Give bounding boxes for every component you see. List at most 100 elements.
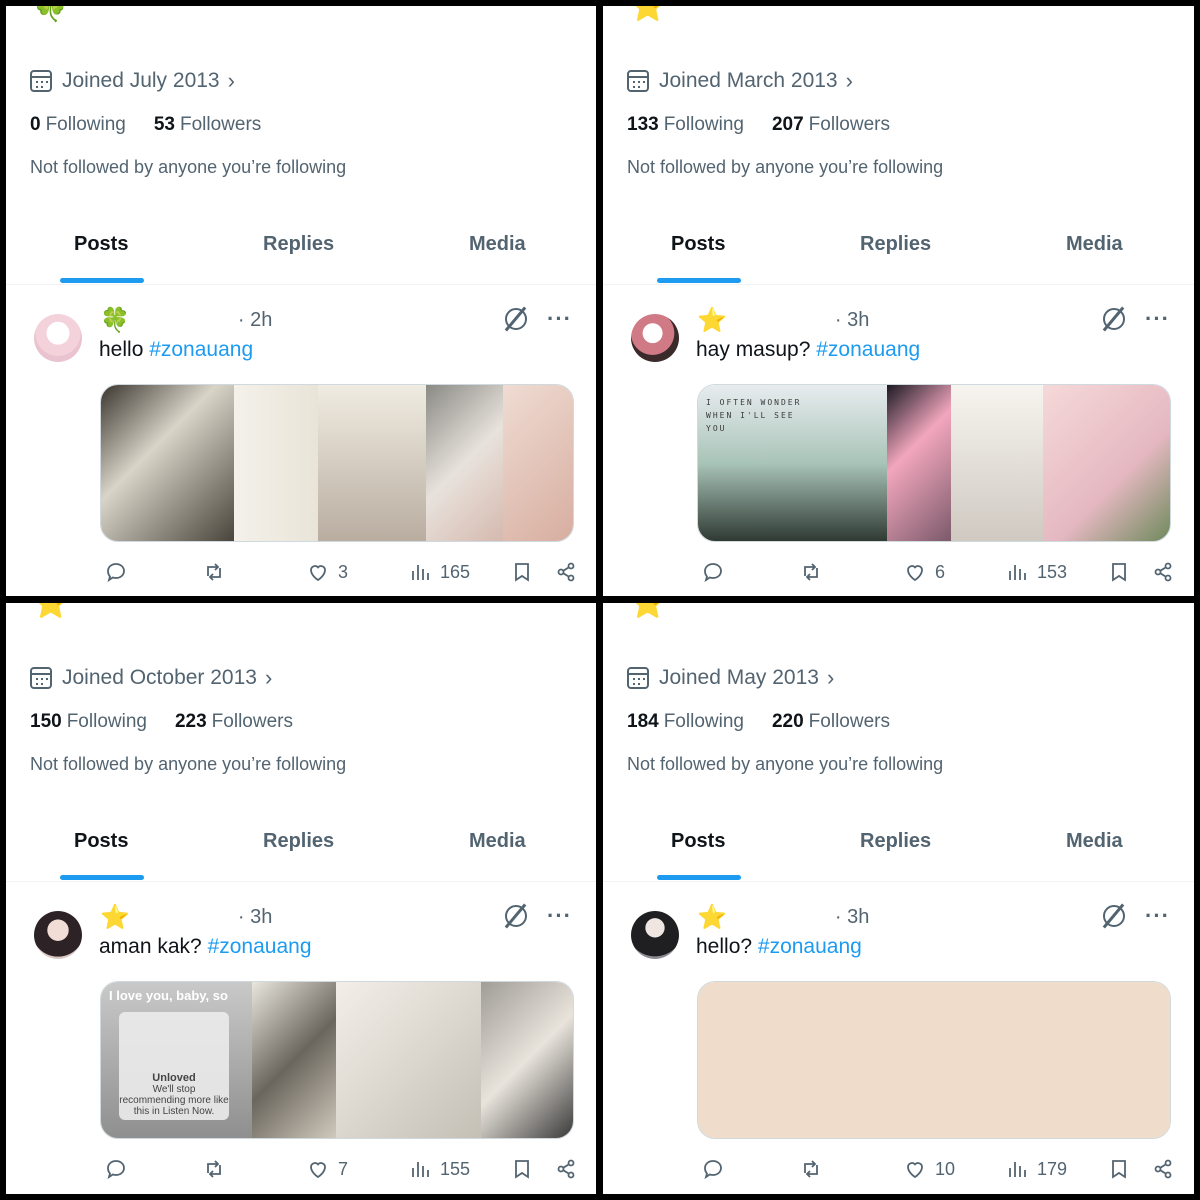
post-timestamp[interactable]: · 2h — [238, 309, 272, 332]
joined-date[interactable]: Joined May 2013 › — [627, 665, 834, 691]
grok-icon[interactable] — [1103, 905, 1126, 927]
repost-button[interactable] — [202, 1157, 226, 1181]
grok-icon[interactable] — [505, 308, 528, 330]
tab-posts[interactable]: Posts — [74, 233, 128, 256]
hashtag-link[interactable]: #zonauang — [758, 935, 862, 958]
bookmark-button[interactable] — [510, 1157, 534, 1181]
post[interactable]: 🍀 · 2h ··· hello #zonauang 3 165 — [6, 292, 596, 596]
post-timestamp[interactable]: · 3h — [238, 906, 272, 929]
like-button[interactable]: 7 — [306, 1157, 348, 1181]
reply-button[interactable] — [104, 1157, 128, 1181]
tab-replies[interactable]: Replies — [263, 233, 334, 256]
share-icon — [1154, 1159, 1172, 1179]
reply-icon — [107, 1160, 125, 1180]
tab-media[interactable]: Media — [469, 233, 526, 256]
reply-button[interactable] — [701, 560, 725, 584]
author-name[interactable]: ⭐ — [697, 903, 727, 932]
post-media[interactable]: I love you, baby, so Unloved We'll stop re… — [100, 981, 574, 1139]
reply-button[interactable] — [701, 1157, 725, 1181]
share-button[interactable] — [554, 1157, 578, 1181]
share-button[interactable] — [1151, 1157, 1175, 1181]
calendar-icon — [627, 70, 649, 92]
following-link[interactable]: 184 Following — [627, 711, 744, 733]
followers-link[interactable]: 207 Followers — [772, 114, 890, 136]
views-button[interactable]: 153 — [1005, 560, 1067, 584]
more-icon[interactable]: ··· — [1145, 308, 1170, 330]
avatar[interactable] — [631, 911, 679, 959]
avatar[interactable] — [631, 314, 679, 362]
tab-posts[interactable]: Posts — [671, 233, 725, 256]
bookmark-button[interactable] — [510, 560, 534, 584]
like-count: 7 — [338, 1158, 349, 1179]
hashtag-link[interactable]: #zonauang — [816, 338, 920, 361]
followers-link[interactable]: 53 Followers — [154, 114, 261, 136]
joined-date[interactable]: Joined July 2013 › — [30, 68, 235, 94]
tab-replies[interactable]: Replies — [860, 830, 931, 853]
author-name[interactable]: ⭐ — [697, 306, 727, 335]
post[interactable]: ⭐ · 3h ··· hello? #zonauang 10 179 — [603, 889, 1194, 1194]
hashtag-link[interactable]: #zonauang — [208, 935, 312, 958]
following-link[interactable]: 133 Following — [627, 114, 744, 136]
repost-button[interactable] — [799, 1157, 823, 1181]
active-tab-indicator — [657, 875, 741, 880]
like-button[interactable]: 6 — [903, 560, 945, 584]
bookmark-button[interactable] — [1107, 1157, 1131, 1181]
tab-media[interactable]: Media — [1066, 830, 1123, 853]
repost-icon — [804, 563, 818, 581]
active-tab-indicator — [60, 875, 144, 880]
author-name[interactable]: 🍀 — [100, 306, 130, 335]
grok-icon[interactable] — [1103, 308, 1126, 330]
more-icon[interactable]: ··· — [1145, 905, 1170, 927]
author-name[interactable]: ⭐ — [100, 903, 130, 932]
more-icon[interactable]: ··· — [547, 308, 572, 330]
post-actions: 3 165 — [100, 560, 576, 588]
view-count: 155 — [440, 1158, 471, 1179]
post-media[interactable]: I OFTEN WONDER WHEN I'LL SEE YOU — [697, 384, 1171, 542]
repost-button[interactable] — [799, 560, 823, 584]
tab-media[interactable]: Media — [1066, 233, 1123, 256]
views-button[interactable]: 165 — [408, 560, 470, 584]
post-actions: 6 153 — [697, 560, 1174, 588]
followers-link[interactable]: 220 Followers — [772, 711, 890, 733]
joined-date[interactable]: Joined March 2013 › — [627, 68, 853, 94]
repost-button[interactable] — [202, 560, 226, 584]
like-button[interactable]: 3 — [306, 560, 348, 584]
tab-media[interactable]: Media — [469, 830, 526, 853]
reply-button[interactable] — [104, 560, 128, 584]
post-media[interactable] — [697, 981, 1171, 1139]
views-button[interactable]: 179 — [1005, 1157, 1067, 1181]
share-button[interactable] — [554, 560, 578, 584]
following-link[interactable]: 0 Following — [30, 114, 126, 136]
more-icon[interactable]: ··· — [547, 905, 572, 927]
joined-date[interactable]: Joined October 2013 › — [30, 665, 272, 691]
tab-posts[interactable]: Posts — [671, 830, 725, 853]
post[interactable]: ⭐ · 3h ··· hay masup? #zonauang I OFTEN … — [603, 292, 1194, 596]
like-button[interactable]: 10 — [903, 1157, 955, 1181]
following-link[interactable]: 150 Following — [30, 711, 147, 733]
followers-link[interactable]: 223 Followers — [175, 711, 293, 733]
active-tab-indicator — [60, 278, 144, 283]
share-button[interactable] — [1151, 560, 1175, 584]
calendar-icon — [627, 667, 649, 689]
avatar[interactable] — [34, 911, 82, 959]
views-button[interactable]: 155 — [408, 1157, 470, 1181]
bookmark-button[interactable] — [1107, 560, 1131, 584]
tab-replies[interactable]: Replies — [263, 830, 334, 853]
media-tile — [698, 982, 1170, 1138]
post[interactable]: ⭐ · 3h ··· aman kak? #zonauang I love yo… — [6, 889, 596, 1194]
profile-tabs: Posts Replies Media — [603, 221, 1194, 285]
tab-posts[interactable]: Posts — [74, 830, 128, 853]
like-count: 3 — [338, 561, 349, 582]
like-icon — [907, 1162, 923, 1179]
post-actions: 10 179 — [697, 1157, 1174, 1185]
avatar[interactable] — [34, 314, 82, 362]
post-text: aman kak? #zonauang — [99, 935, 312, 958]
grok-icon[interactable] — [505, 905, 528, 927]
post-timestamp[interactable]: · 3h — [835, 906, 869, 929]
post-media[interactable] — [100, 384, 574, 542]
views-icon — [412, 565, 429, 580]
post-timestamp[interactable]: · 3h — [835, 309, 869, 332]
tab-replies[interactable]: Replies — [860, 233, 931, 256]
joined-text: Joined July 2013 — [62, 69, 220, 92]
hashtag-link[interactable]: #zonauang — [149, 338, 253, 361]
